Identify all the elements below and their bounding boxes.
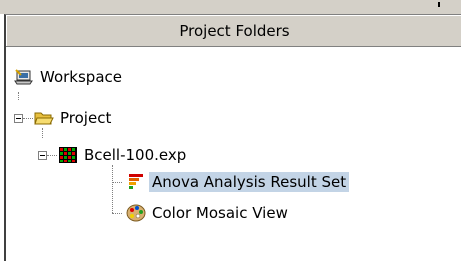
- project-tree[interactable]: Workspace Project Bcell-100.exp Anova An…: [6, 47, 461, 261]
- experiment-label: Bcell-100.exp: [84, 146, 187, 164]
- tree-line: [112, 213, 122, 215]
- heatmap-grid-icon: [58, 146, 78, 164]
- palette-icon: [126, 204, 146, 222]
- resize-tick: [438, 2, 440, 7]
- tree-node-experiment[interactable]: Bcell-100.exp: [58, 143, 189, 167]
- tree-line: [23, 118, 33, 120]
- workspace-icon: [14, 68, 34, 86]
- panel-header: Project Folders: [6, 15, 461, 47]
- tree-node-anova-result-set[interactable]: Anova Analysis Result Set: [126, 170, 350, 194]
- color-mosaic-view-label: Color Mosaic View: [152, 204, 288, 222]
- experiment-collapse-toggle[interactable]: [38, 151, 47, 160]
- project-collapse-toggle[interactable]: [14, 114, 23, 123]
- tree-line: [112, 182, 122, 184]
- tree-node-project[interactable]: Project: [34, 106, 114, 130]
- tree-node-workspace[interactable]: Workspace: [14, 65, 125, 89]
- workspace-label: Workspace: [40, 68, 122, 86]
- top-strip: [0, 0, 461, 14]
- tree-node-color-mosaic-view[interactable]: Color Mosaic View: [126, 201, 291, 225]
- panel-title: Project Folders: [179, 21, 290, 40]
- tree-line: [18, 92, 20, 100]
- tree-line: [112, 165, 114, 213]
- bar-chart-icon: [126, 173, 146, 191]
- anova-result-set-label: Anova Analysis Result Set: [149, 172, 350, 192]
- project-folders-panel: Project Folders Workspace Project Bcell-…: [4, 14, 461, 261]
- tree-line: [47, 155, 57, 157]
- project-label: Project: [60, 109, 112, 127]
- open-folder-icon: [34, 109, 54, 127]
